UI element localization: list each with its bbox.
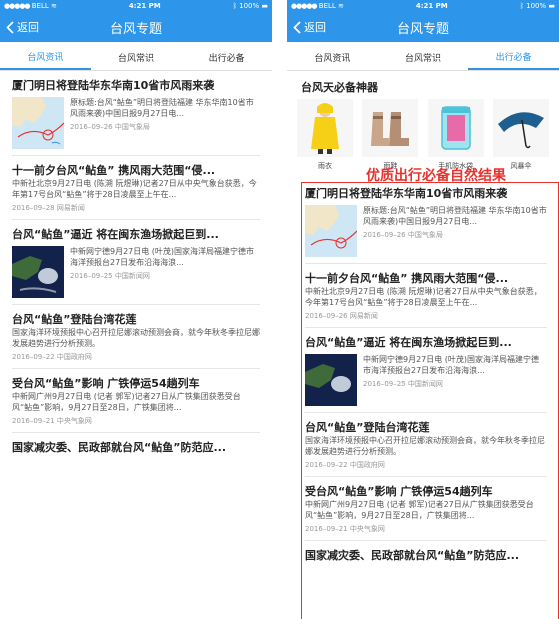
product-label: 雨衣 <box>318 162 332 170</box>
back-button[interactable]: 返回 <box>293 12 326 42</box>
page-title: 台风专题 <box>396 21 449 37</box>
section-title: 台风天必备神器 <box>301 81 378 94</box>
tab-news[interactable]: 台风资讯 <box>287 45 378 70</box>
wifi-icon: ≋ <box>51 2 57 10</box>
bluetooth-icon: ᛒ <box>519 2 524 10</box>
phone-right: ●●●●● BELL ≋ 4:21 PM ᛒ 100% ▬ 返回 台风专题 台风… <box>287 0 559 619</box>
back-label: 返回 <box>304 21 326 34</box>
page-title: 台风专题 <box>109 21 162 37</box>
status-bar: ●●●●● BELL ≋ 4:21 PM ᛒ 100% ▬ <box>287 0 559 12</box>
news-meta: 2016–09–21 中央气象网 <box>12 417 92 425</box>
raincoat-icon <box>297 99 353 157</box>
wifi-icon: ≋ <box>338 2 344 10</box>
rain-boots-icon <box>362 99 419 157</box>
tab-news[interactable]: 台风资讯 <box>0 45 91 70</box>
news-meta: 2016–09–26 中国气象局 <box>70 123 150 131</box>
news-item[interactable]: 受台风“鲇鱼”影响 广铁停运54趟列车 中新网广州9月27日电 (记者 郭军)记… <box>12 369 260 433</box>
battery-icon: ▬ <box>548 2 555 10</box>
news-summary: 原标题:台风“鲇鱼”明日将登陆福建 华东华南10省市风雨来袭)中国日报9月27日… <box>70 98 254 118</box>
news-title: 厦门明日将登陆华东华南10省市风雨来袭 <box>12 79 215 92</box>
news-item[interactable]: 台风“鲇鱼”登陆台湾花莲 国家海洋环境预报中心召开拉尼娜滚动预测会商，就今年秋冬… <box>12 305 260 369</box>
tab-knowledge[interactable]: 台风常识 <box>378 45 469 70</box>
back-label: 返回 <box>17 21 39 34</box>
news-title: 受台风“鲇鱼”影响 广铁停运54趟列车 <box>12 377 200 390</box>
news-title: 国家减灾委、民政部就台风“鲇鱼”防范应... <box>12 441 226 454</box>
highlight-box <box>301 182 559 619</box>
clock: 4:21 PM <box>415 2 448 10</box>
annotation-label: 优质出行必备自然结果 <box>366 168 506 184</box>
news-summary: 中新网广州9月27日电 (记者 郭军)记者27日从广铁集团获悉受台风“鲇鱼”影响… <box>12 392 241 412</box>
product-card[interactable]: 手机防水袋 <box>427 99 484 171</box>
battery-icon: ▬ <box>261 2 268 10</box>
status-bar: ●●●●● BELL ≋ 4:21 PM ᛒ 100% ▬ <box>0 0 272 12</box>
news-item[interactable]: 十一前夕台风“鲇鱼” 携风雨大范围“侵... 中新社北京9月27日电 (陈溯 阮… <box>12 156 260 220</box>
news-title: 台风“鲇鱼”登陆台湾花莲 <box>12 313 137 326</box>
product-card[interactable]: 雨衣 <box>297 99 353 171</box>
tab-travel-essentials[interactable]: 出行必备 <box>181 45 272 70</box>
news-summary: 中新网宁德9月27日电 (叶茂)国家海洋局福建宁德市海洋预报台27日发布沿海海浪… <box>70 247 255 267</box>
chevron-left-icon <box>6 20 14 34</box>
phone-left: ●●●●● BELL ≋ 4:21 PM ᛒ 100% ▬ 返回 台风专题 台风… <box>0 0 272 619</box>
clock: 4:21 PM <box>128 2 161 10</box>
news-list: 厦门明日将登陆华东华南10省市风雨来袭 原标题:台风“鲇鱼”明日将登陆福建 华东… <box>0 71 272 461</box>
typhoon-track-map-image <box>12 97 64 149</box>
battery-percent: 100% <box>526 2 547 10</box>
chevron-left-icon <box>293 20 301 34</box>
signal-icon: ●●●●● <box>291 2 318 10</box>
back-button[interactable]: 返回 <box>6 12 39 42</box>
tab-bar: 台风资讯 台风常识 出行必备 <box>0 45 272 71</box>
signal-icon: ●●●●● <box>4 2 31 10</box>
carrier: BELL <box>318 2 336 10</box>
battery-percent: 100% <box>239 2 260 10</box>
nav-bar: 返回 台风专题 <box>287 12 559 42</box>
waterproof-phone-bag-icon <box>427 99 484 157</box>
news-meta: 2016–09–22 中国政府网 <box>12 353 92 361</box>
product-card[interactable]: 风暴伞 <box>492 99 549 171</box>
tab-travel-essentials[interactable]: 出行必备 <box>468 45 559 70</box>
news-title: 台风“鲇鱼”逼近 将在闽东渔场掀起巨到... <box>12 228 219 241</box>
storm-umbrella-icon <box>492 99 549 157</box>
tab-bar: 台风资讯 台风常识 出行必备 <box>287 45 559 71</box>
news-summary: 国家海洋环境预报中心召开拉尼娜滚动预测会商，就今年秋冬季拉尼娜发展趋势进行分析预… <box>12 328 260 348</box>
product-row: 雨衣 雨鞋 手机防水袋 风暴伞 <box>287 99 559 171</box>
carrier: BELL <box>31 2 49 10</box>
news-title: 十一前夕台风“鲇鱼” 携风雨大范围“侵... <box>12 164 216 177</box>
news-summary: 中新社北京9月27日电 (陈溯 阮煜琳)记者27日从中央气象台获悉，今年第17号… <box>12 179 257 199</box>
news-item[interactable]: 国家减灾委、民政部就台风“鲇鱼”防范应... <box>12 433 260 461</box>
news-meta: 2016–09–28 网易新闻 <box>12 204 85 212</box>
product-card[interactable]: 雨鞋 <box>362 99 419 171</box>
nav-bar: 返回 台风专题 <box>0 12 272 42</box>
bluetooth-icon: ᛒ <box>232 2 237 10</box>
news-item[interactable]: 台风“鲇鱼”逼近 将在闽东渔场掀起巨到... 中新网宁德9月27日电 (叶茂)国… <box>12 220 260 305</box>
tab-knowledge[interactable]: 台风常识 <box>91 45 182 70</box>
news-meta: 2016–09–25 中国新闻网 <box>70 272 150 280</box>
satellite-cloud-image <box>12 246 64 298</box>
news-item[interactable]: 厦门明日将登陆华东华南10省市风雨来袭 原标题:台风“鲇鱼”明日将登陆福建 华东… <box>12 71 260 156</box>
